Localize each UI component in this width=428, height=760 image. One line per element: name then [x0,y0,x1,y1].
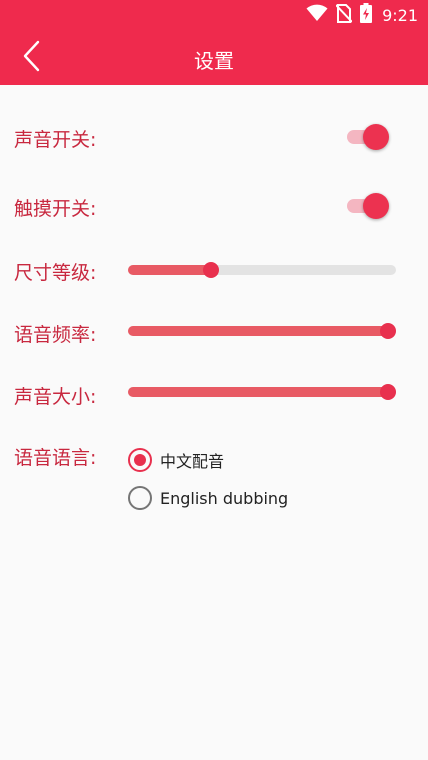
radio-label-chinese: 中文配音 [160,452,225,471]
voice-language-label: 语音语言: [14,447,97,469]
slider-fill [128,326,388,336]
volume-label: 声音大小: [14,386,97,408]
volume-slider[interactable] [128,380,396,404]
touch-switch-toggle[interactable] [344,192,390,220]
radio-button-chinese[interactable] [128,448,152,472]
slider-knob[interactable] [203,262,220,278]
switch-thumb [363,124,389,150]
status-time: 9:21 [382,5,418,25]
sound-switch-toggle[interactable] [344,123,390,151]
slider-fill [128,387,388,397]
slider-fill [128,265,212,275]
touch-switch-label: 触摸开关: [14,198,97,220]
battery-charging-icon [360,3,373,27]
radio-button-english[interactable] [128,486,152,510]
slider-knob[interactable] [379,323,396,339]
size-level-slider[interactable] [128,258,396,282]
no-sim-icon [335,3,353,27]
size-level-label: 尺寸等级: [14,262,97,284]
status-icons: 9:21 [306,3,418,27]
switch-thumb [363,193,389,219]
radio-option-chinese[interactable]: 中文配音 [128,447,224,473]
app-bar: 设置 [0,30,428,85]
radio-label-english: English dubbing [160,488,289,508]
sound-switch-label: 声音开关: [14,129,97,151]
slider-knob[interactable] [379,384,396,400]
wifi-icon [306,4,328,26]
page-title: 设置 [194,49,234,73]
voice-rate-slider[interactable] [128,319,396,343]
radio-option-english[interactable]: English dubbing [128,485,288,511]
status-bar: 9:21 [0,0,428,30]
voice-rate-label: 语音频率: [14,324,97,346]
